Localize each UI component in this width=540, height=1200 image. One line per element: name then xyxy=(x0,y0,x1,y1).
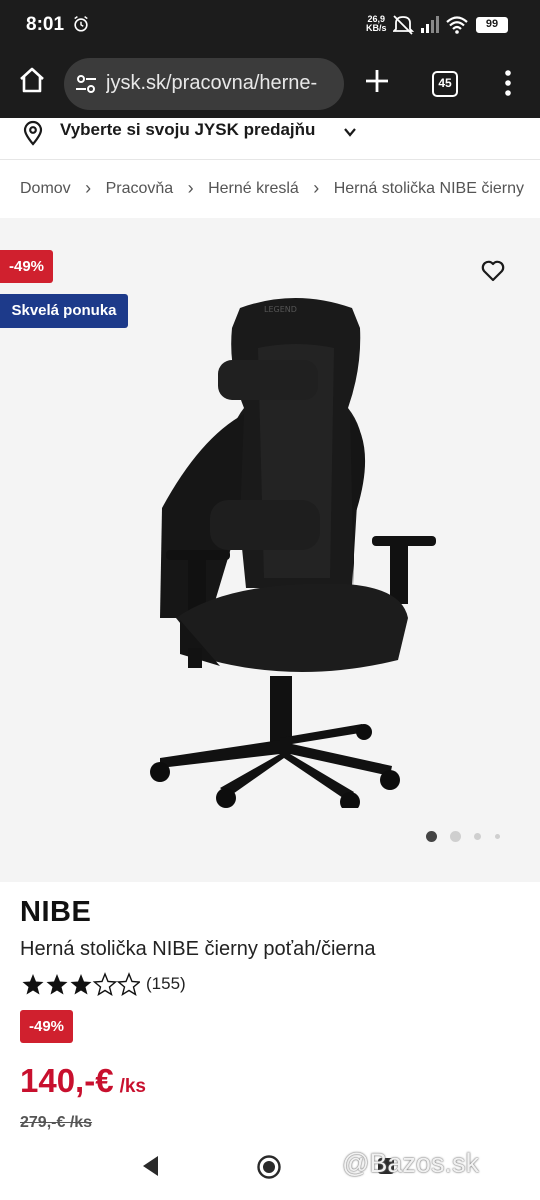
status-bar: 8:01 26,9 KB/s 99 xyxy=(0,0,540,50)
product-gallery[interactable]: -49% Skvelá ponuka LEGEND xyxy=(0,218,540,882)
gallery-dot[interactable] xyxy=(495,834,500,839)
svg-text:LEGEND: LEGEND xyxy=(264,305,297,314)
breadcrumb-item-herne-kresla[interactable]: Herné kreslá xyxy=(208,180,299,198)
price-value: 140,-€ xyxy=(20,1062,114,1099)
store-selector[interactable]: Vyberte si svoju JYSK predajňu xyxy=(0,118,540,160)
offer-badge: Skvelá ponuka xyxy=(0,294,128,328)
discount-badge: -49% xyxy=(0,250,53,283)
home-circle-icon[interactable] xyxy=(256,1154,282,1180)
status-icons xyxy=(393,15,468,35)
heart-icon[interactable] xyxy=(480,258,506,284)
breadcrumb-item-current: Herná stolička NIBE čierny xyxy=(333,179,524,197)
breadcrumb-separator: › xyxy=(85,178,92,198)
product-brand: NIBE xyxy=(20,896,92,928)
status-time: 8:01 xyxy=(26,14,65,35)
star-rating-icon xyxy=(22,973,140,996)
store-selector-label[interactable]: Vyberte si svoju JYSK predajňu xyxy=(60,120,315,140)
home-icon[interactable] xyxy=(16,64,48,96)
price-discount-badge: -49% xyxy=(20,1010,73,1043)
network-speed: 26,9 KB/s xyxy=(366,15,387,33)
system-nav-bar: @Bazos.sk xyxy=(0,1140,540,1200)
price-unit: /ks xyxy=(119,1076,146,1097)
mute-icon xyxy=(393,15,415,35)
gallery-dot[interactable] xyxy=(474,833,481,840)
battery-icon: 99 xyxy=(476,17,508,33)
chevron-down-icon[interactable] xyxy=(342,124,358,140)
tune-icon[interactable] xyxy=(74,72,98,96)
breadcrumb-separator: › xyxy=(313,178,320,198)
tabs-icon[interactable]: 45 xyxy=(432,71,458,97)
back-icon[interactable] xyxy=(140,1154,162,1178)
signal-icon xyxy=(421,16,439,33)
gallery-dot[interactable] xyxy=(450,831,461,842)
speed-unit: KB/s xyxy=(366,23,387,33)
location-pin-icon xyxy=(23,120,43,146)
url-text[interactable]: jysk.sk/pracovna/herne- xyxy=(106,72,336,95)
breadcrumb: Domov › Pracovňa › Herné kreslá › Herná … xyxy=(20,178,540,202)
product-name: Herná stolička NIBE čierny poťah/čierna xyxy=(20,938,376,960)
review-count[interactable]: (155) xyxy=(146,974,186,994)
browser-toolbar: jysk.sk/pracovna/herne- 45 xyxy=(0,50,540,118)
breadcrumb-item-pracovna[interactable]: Pracovňa xyxy=(106,180,174,198)
more-vert-icon[interactable] xyxy=(498,68,518,98)
product-price: 140,-€/ks xyxy=(20,1062,146,1100)
gallery-dot-active[interactable] xyxy=(426,831,437,842)
watermark: @Bazos.sk xyxy=(342,1148,479,1178)
breadcrumb-item-home[interactable]: Domov xyxy=(20,180,71,198)
breadcrumb-separator: › xyxy=(187,178,194,198)
gaming-chair-image: LEGEND xyxy=(150,298,436,808)
address-bar[interactable]: jysk.sk/pracovna/herne- xyxy=(64,58,344,110)
old-price: 279,-€ /ks xyxy=(20,1114,93,1131)
alarm-icon xyxy=(74,16,88,32)
wifi-icon xyxy=(446,16,468,34)
plus-icon[interactable] xyxy=(362,66,392,96)
